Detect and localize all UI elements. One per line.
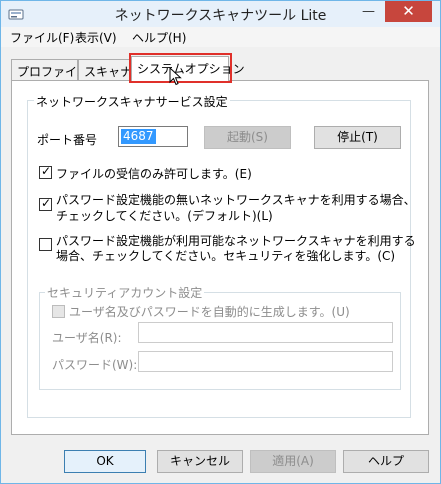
port-label: ポート番号 xyxy=(37,133,98,147)
port-value: 4687 xyxy=(121,129,156,144)
password-input[interactable] xyxy=(138,351,393,372)
close-button[interactable]: ✕ xyxy=(385,1,432,22)
username-input[interactable] xyxy=(138,322,393,343)
check-icon: ✓ xyxy=(41,196,52,210)
menu-view[interactable]: 表示(V) xyxy=(75,29,117,46)
security-account-title: セキュリティアカウント設定 xyxy=(45,284,205,301)
start-button[interactable]: 起動(S) xyxy=(204,126,291,149)
check-icon: ✓ xyxy=(41,164,52,178)
service-settings-title: ネットワークスキャナサービス設定 xyxy=(34,93,230,110)
no-password-scanner-label-line1: パスワード設定機能の無いネットワークスキャナを利用する場合、 xyxy=(56,193,416,207)
apply-button[interactable]: 適用(A) xyxy=(250,450,336,473)
menu-bar: ファイル(F) 表示(V) ヘルプ(H) xyxy=(1,27,440,47)
username-label: ユーザ名(R): xyxy=(52,331,122,345)
auto-generate-checkbox[interactable] xyxy=(52,305,65,318)
mouse-cursor-icon xyxy=(169,67,182,86)
tab-profile[interactable]: プロファイル xyxy=(11,59,89,80)
menu-help[interactable]: ヘルプ(H) xyxy=(132,29,186,46)
system-options-panel: ネットワークスキャナサービス設定 ポート番号 4687 起動(S) 停止(T) … xyxy=(11,80,429,435)
stop-button[interactable]: 停止(T) xyxy=(314,126,401,149)
ok-button[interactable]: OK xyxy=(64,450,146,473)
receive-only-label: ファイルの受信のみ許可します。(E) xyxy=(56,167,252,181)
auto-generate-label: ユーザ名及びパスワードを自動的に生成します。(U) xyxy=(69,305,350,319)
receive-only-checkbox[interactable]: ✓ xyxy=(39,164,52,179)
no-password-scanner-label-line2: チェックしてください。(デフォルト)(L) xyxy=(56,209,273,223)
password-scanner-label-line2: 場合、チェックしてください。セキュリティを強化します。(C) xyxy=(56,249,396,263)
tab-scanner[interactable]: スキャナ xyxy=(78,59,132,80)
password-label: パスワード(W): xyxy=(52,358,138,372)
no-password-scanner-checkbox[interactable]: ✓ xyxy=(39,196,52,211)
minimize-button[interactable]: — xyxy=(355,1,382,22)
menu-file[interactable]: ファイル(F) xyxy=(10,29,74,46)
title-bar[interactable]: ネットワークスキャナツール Lite — ✕ xyxy=(1,1,440,27)
app-window: ネットワークスキャナツール Lite — ✕ ファイル(F) 表示(V) ヘルプ… xyxy=(0,0,441,484)
help-button[interactable]: ヘルプ xyxy=(343,450,429,473)
cancel-button[interactable]: キャンセル xyxy=(157,450,243,473)
password-scanner-checkbox[interactable] xyxy=(39,238,52,251)
port-input[interactable]: 4687 xyxy=(118,126,188,147)
